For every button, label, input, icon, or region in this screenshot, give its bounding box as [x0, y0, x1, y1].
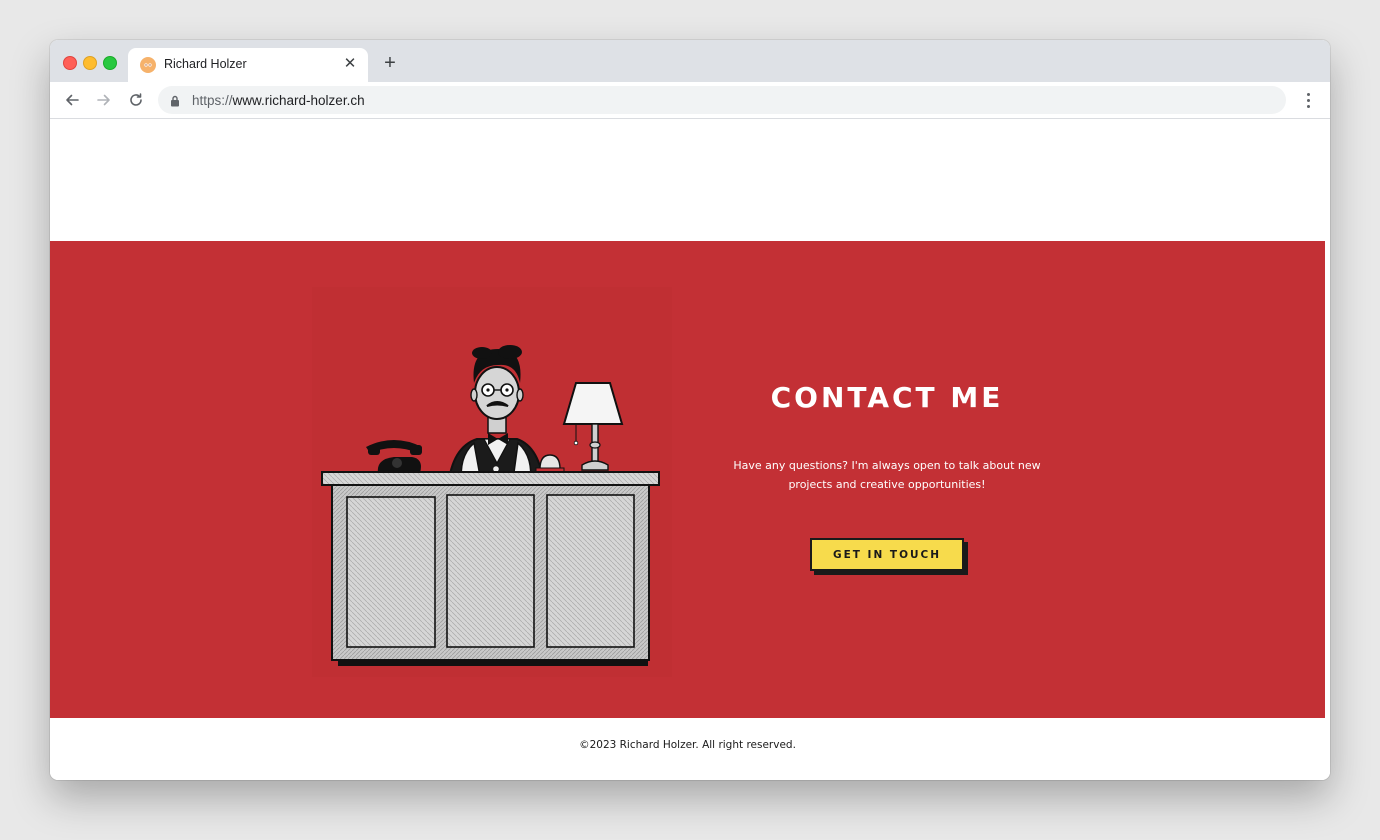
lock-icon	[170, 94, 180, 112]
get-in-touch-button[interactable]: GET IN TOUCH	[810, 538, 964, 571]
contact-section: CONTACT ME Have any questions? I'm alway…	[50, 241, 1325, 718]
browser-toolbar: https://www.richard-holzer.ch	[50, 82, 1330, 119]
contact-heading: CONTACT ME	[770, 381, 1004, 414]
footer-copyright: ©2023 Richard Holzer. All right reserved…	[579, 739, 796, 751]
contact-description: Have any questions? I'm always open to t…	[733, 459, 1041, 491]
address-bar[interactable]: https://www.richard-holzer.ch	[158, 86, 1286, 114]
back-arrow-icon[interactable]	[60, 88, 84, 112]
maximize-window-button[interactable]	[103, 56, 117, 70]
url-text: https://www.richard-holzer.ch	[192, 93, 365, 108]
forward-arrow-icon[interactable]	[92, 88, 116, 112]
tab-strip: Richard Holzer ✕ +	[50, 40, 1330, 82]
browser-window: Richard Holzer ✕ + https://www.richard-h…	[50, 40, 1330, 780]
close-window-button[interactable]	[63, 56, 77, 70]
contact-text-block: CONTACT ME Have any questions? I'm alway…	[720, 381, 1054, 494]
reload-icon[interactable]	[124, 88, 148, 112]
browser-tab[interactable]: Richard Holzer ✕	[128, 48, 368, 82]
kebab-menu-icon[interactable]	[1298, 90, 1318, 110]
url-host: www.richard-holzer.ch	[232, 93, 365, 108]
reception-desk	[321, 471, 660, 666]
web-page: CONTACT ME Have any questions? I'm alway…	[50, 119, 1330, 780]
url-scheme: https://	[192, 93, 233, 108]
tab-title: Richard Holzer	[164, 57, 247, 71]
favicon-icon	[140, 57, 156, 73]
tab-close-icon[interactable]: ✕	[342, 56, 358, 72]
concierge-illustration	[312, 287, 672, 677]
new-tab-button[interactable]: +	[380, 53, 400, 73]
minimize-window-button[interactable]	[83, 56, 97, 70]
